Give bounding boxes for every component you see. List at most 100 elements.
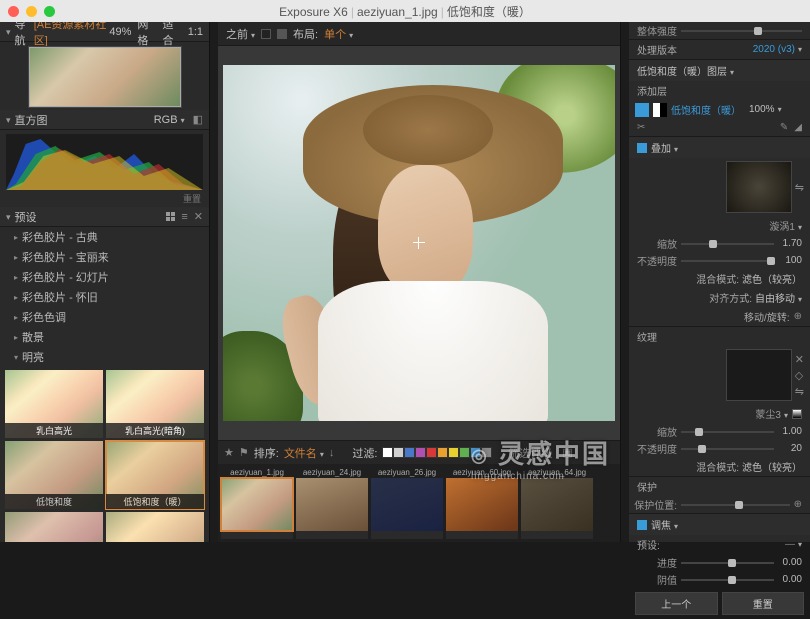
filter-star-icon[interactable]: ★ (224, 446, 234, 459)
scale2-slider[interactable] (681, 427, 774, 437)
opacity-slider[interactable] (681, 256, 774, 266)
color-swatch[interactable] (437, 447, 448, 458)
nav-thumbnail[interactable] (28, 46, 182, 108)
filmstrip-item[interactable]: aeziyuan_60.jpg (446, 467, 518, 539)
filmstrip-item[interactable]: aeziyuan_24.jpg (296, 467, 368, 539)
focus-header[interactable]: 调焦 (629, 514, 810, 535)
opacity2-slider[interactable] (681, 444, 774, 454)
tex-flip-icon[interactable]: ⇋ (795, 385, 804, 398)
center-crosshair-icon (413, 237, 425, 249)
minimize-icon[interactable] (26, 6, 37, 17)
version-row: 处理版本 2020 (v3) (629, 40, 810, 60)
preset-category[interactable]: 彩色胶片 - 宝丽来 (0, 247, 209, 267)
prev-button[interactable]: 上一个 (635, 592, 718, 615)
nav-ratio[interactable]: 1:1 (188, 26, 203, 38)
color-swatch[interactable] (459, 447, 470, 458)
overlay-header[interactable]: 叠加 (629, 137, 810, 158)
add-layer[interactable]: 添加层 (629, 81, 810, 100)
blend-mode[interactable]: 滤色（较亮） (742, 271, 802, 286)
strength-slider[interactable] (681, 26, 802, 36)
blend-mode-2[interactable]: 滤色（较亮） (742, 459, 802, 474)
filmstrip-item[interactable]: aeziyuan_64.jpg (521, 467, 593, 539)
brush-icon[interactable]: ✎ (780, 122, 788, 133)
color-filter[interactable] (382, 447, 492, 458)
tex-close-icon[interactable]: ✕ (795, 353, 804, 366)
sort-value[interactable]: 文件名 (284, 445, 324, 461)
layer-item[interactable]: 低饱和度（暖） 100% (629, 100, 810, 119)
reset-button[interactable]: 重置 (722, 592, 805, 615)
rating-label: 筛选评级 (508, 445, 552, 461)
tex1-name[interactable]: 漩涡1 (769, 218, 802, 233)
color-swatch[interactable] (393, 447, 404, 458)
preset-category[interactable]: 彩色胶片 - 幻灯片 (0, 267, 209, 287)
filmstrip-item[interactable]: aeziyuan_26.jpg (371, 467, 443, 539)
color-swatch[interactable] (404, 447, 415, 458)
titlebar: Exposure X6|aeziyuan_1.jpg|低饱和度（暖） (0, 0, 810, 22)
filter-label: 过滤: (352, 445, 377, 461)
align-mode[interactable]: 自由移动 (755, 290, 802, 305)
list-view-icon[interactable]: ≡ (181, 211, 187, 223)
histogram (6, 134, 203, 190)
tex-invert-icon[interactable] (792, 409, 802, 419)
nav-header[interactable]: 导航[AE资源素材社区] 49% 网格 适合 1:1 (0, 22, 209, 42)
preset-thumb[interactable]: 乳白高光(暗角) (106, 370, 204, 438)
version-value[interactable]: 2020 (v3) (753, 44, 802, 55)
left-rail[interactable] (209, 22, 218, 542)
protect-slider[interactable] (681, 500, 790, 510)
filter-flag-icon[interactable]: ⚑ (239, 446, 249, 459)
histogram-reset[interactable]: 重置 (0, 192, 209, 207)
preset-category[interactable]: 彩色色调 (0, 307, 209, 327)
texture-preview-2[interactable] (726, 349, 792, 401)
preset-category[interactable]: 彩色胶片 - 怀旧 (0, 287, 209, 307)
layers-header[interactable]: 低饱和度（暖） 图层 (629, 60, 810, 81)
mask-swatch-a[interactable] (261, 29, 271, 39)
texture-preview-1[interactable] (726, 161, 792, 213)
right-rail[interactable] (620, 22, 629, 542)
grid-view-icon[interactable] (166, 212, 175, 221)
tex-nav-icon[interactable]: ◇ (795, 369, 804, 382)
preset-category-open[interactable]: 明亮 (0, 347, 209, 367)
preset-thumb[interactable]: 光束 (5, 512, 103, 542)
presets-header[interactable]: 预设 ≡ ✕ (0, 207, 209, 227)
color-swatch[interactable] (470, 447, 481, 458)
color-swatch[interactable] (426, 447, 437, 458)
close-icon[interactable] (8, 6, 19, 17)
zoom-icon[interactable] (44, 6, 55, 17)
preset-category[interactable]: 彩色胶片 - 古典 (0, 227, 209, 247)
preset-category[interactable]: 散景 (0, 327, 209, 347)
tex-flip-h-icon[interactable]: ⇋ (795, 181, 804, 194)
move-handle-icon[interactable]: ⊕ (794, 311, 802, 322)
color-swatch[interactable] (481, 447, 492, 458)
tex2-name[interactable]: 蒙尘3 (755, 406, 788, 421)
crop-icon[interactable]: ✂ (637, 122, 645, 133)
preset-thumb[interactable]: 低饱和度 (5, 441, 103, 509)
image-viewer[interactable] (218, 46, 620, 440)
preset-thumb[interactable]: 乳白高光 (5, 370, 103, 438)
scale-slider[interactable] (681, 239, 774, 249)
color-swatch[interactable] (415, 447, 426, 458)
layer-opacity[interactable]: 100% (749, 104, 782, 115)
filmstrip-toggle-icon[interactable]: ▣ (562, 446, 572, 459)
window-controls (8, 6, 55, 17)
histogram-header[interactable]: 直方图 RGB ◧ (0, 110, 209, 130)
viewer-toolbar: 之前 布局: 单个 (218, 22, 620, 46)
color-swatch[interactable] (382, 447, 393, 458)
histogram-toggle-icon[interactable]: ◧ (193, 113, 203, 126)
filmstrip-item[interactable]: aeziyuan_1.jpg (221, 467, 293, 539)
preset-thumb[interactable]: 复古色彩 (106, 512, 204, 542)
before-toggle[interactable]: 之前 (226, 26, 255, 42)
layout-value[interactable]: 单个 (324, 26, 353, 42)
mask-swatch-b[interactable] (277, 29, 287, 39)
preset-search-icon[interactable]: ✕ (194, 210, 203, 223)
layer-mask-icon[interactable] (653, 103, 667, 117)
protect-handle-icon[interactable]: ⊕ (794, 499, 802, 510)
layer-visible-icon[interactable] (635, 103, 649, 117)
left-panel: 导航[AE资源素材社区] 49% 网格 适合 1:1 直方图 RGB ◧ 重置 (0, 22, 209, 542)
color-swatch[interactable] (448, 447, 459, 458)
progress-slider[interactable] (681, 558, 774, 568)
shadow-slider[interactable] (681, 575, 774, 585)
focus-preset[interactable]: — (785, 539, 802, 550)
eraser-icon[interactable]: ◢ (794, 122, 802, 133)
preset-thumb[interactable]: 低饱和度（暖） (106, 441, 204, 509)
histogram-mode[interactable]: RGB (154, 114, 185, 126)
